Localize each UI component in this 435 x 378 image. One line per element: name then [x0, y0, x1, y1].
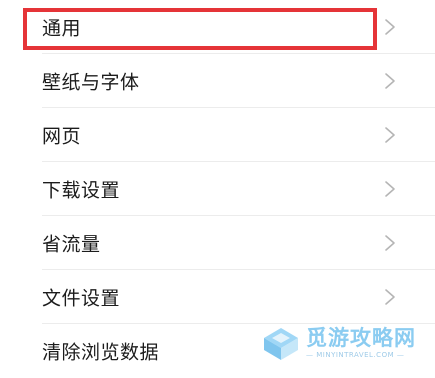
chevron-right-icon	[385, 235, 395, 251]
chevron-right-icon	[385, 289, 395, 305]
settings-item-label: 下载设置	[42, 179, 121, 202]
settings-item-label: 通用	[42, 17, 82, 40]
settings-item-wallpaper-font[interactable]: 壁纸与字体	[0, 54, 435, 108]
chevron-right-icon	[385, 19, 395, 35]
settings-item-label: 网页	[42, 125, 82, 148]
settings-item-label: 清除浏览数据	[42, 341, 160, 364]
settings-item-file[interactable]: 文件设置	[0, 270, 435, 324]
settings-item-label: 省流量	[42, 233, 101, 256]
settings-item-clear-browsing-data[interactable]: 清除浏览数据	[0, 324, 435, 378]
settings-item-data-saver[interactable]: 省流量	[0, 216, 435, 270]
settings-item-download[interactable]: 下载设置	[0, 162, 435, 216]
chevron-right-icon	[385, 73, 395, 89]
settings-item-label: 文件设置	[42, 287, 121, 310]
settings-item-label: 壁纸与字体	[42, 71, 140, 94]
settings-item-webpage[interactable]: 网页	[0, 108, 435, 162]
chevron-right-icon	[385, 127, 395, 143]
chevron-right-icon	[385, 181, 395, 197]
settings-item-general[interactable]: 通用	[0, 0, 435, 54]
